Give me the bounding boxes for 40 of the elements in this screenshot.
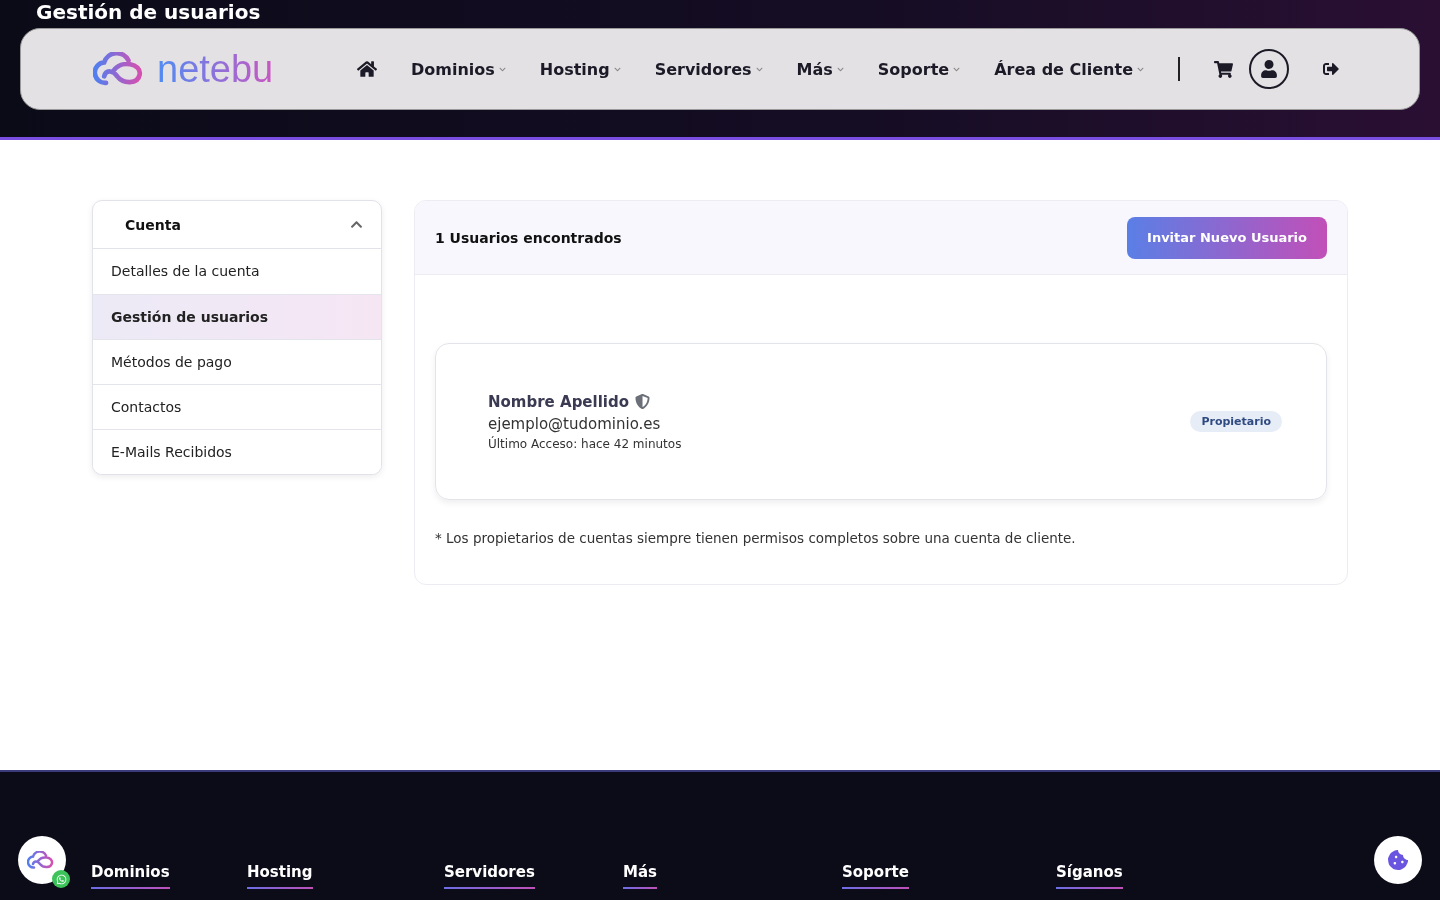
footer-heading: Hosting [247,863,313,889]
last-access: Último Acceso: hace 42 minutos [488,436,682,451]
chevron-icon [350,218,363,231]
caret-icon [953,65,961,73]
caret-icon [613,65,621,73]
caret-icon [1137,65,1144,73]
menu-item[interactable]: Métodos de pago [93,339,381,384]
nav-link[interactable]: Más [796,59,844,79]
home-icon[interactable] [356,59,377,79]
footer-heading: Síganos [1056,863,1123,889]
caret-icon [498,65,506,73]
user-icon[interactable] [1249,49,1289,89]
menu-item[interactable]: Gestión de usuarios [93,294,381,339]
owner-note: * Los propietarios de cuentas siempre tienen permisos completos sobre una cuenta de cliente. [435,530,1077,546]
footer-heading: Dominios [91,863,170,889]
caret-icon [836,65,844,73]
footer-heading: Más [623,863,657,889]
page-title: Gestión de usuarios [36,0,262,24]
nav-link[interactable]: Área de Cliente [994,59,1144,79]
nav-link[interactable]: Hosting [539,59,621,79]
whatsapp-icon [52,870,70,888]
nav-link[interactable]: Soporte [877,59,961,79]
menu-item[interactable]: Contactos [93,384,381,429]
cart-icon[interactable] [1214,59,1233,79]
caret-icon [755,65,763,73]
menu-item[interactable]: E-Mails Recibidos [93,429,381,474]
role-badge: Propietario [1190,411,1282,432]
logout-icon[interactable] [1323,61,1339,77]
cookie-icon [1388,850,1408,870]
invite-button[interactable]: Invitar Nuevo Usuario [1127,216,1327,259]
nav-link[interactable]: Dominios [410,59,506,79]
user-email: ejemplo@tudominio.es [488,414,662,433]
footer-heading: Soporte [842,863,909,889]
users-count: 1 Usuarios encontrados [435,229,622,246]
nav-link[interactable]: Servidores [654,59,763,79]
shield-icon [635,394,650,409]
menu-item[interactable]: Detalles de la cuenta [93,249,381,294]
footer-heading: Servidores [444,863,535,889]
user-name: Nombre Apellido [488,392,629,411]
cookie-button[interactable] [1374,836,1422,884]
